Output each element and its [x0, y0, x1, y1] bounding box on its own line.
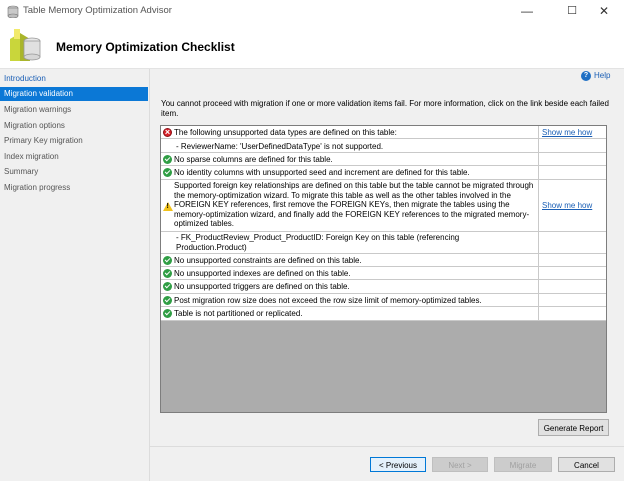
window-title: Table Memory Optimization Advisor: [23, 5, 172, 16]
link-cell: Show me how: [539, 180, 606, 231]
message-cell: Supported foreign key relationships are …: [161, 180, 539, 231]
migrate-button[interactable]: Migrate: [494, 457, 552, 472]
table-row: - FK_ProductReview_Product_ProductID: Fo…: [161, 232, 606, 254]
table-row: No sparse columns are defined for this t…: [161, 153, 606, 166]
error-icon: [163, 126, 172, 138]
sidebar-item-migration-progress[interactable]: Migration progress: [0, 181, 147, 195]
show-me-how-link[interactable]: Show me how: [542, 201, 592, 210]
success-icon: [163, 155, 172, 164]
table-row: Supported foreign key relationships are …: [161, 180, 606, 232]
validation-message: The following unsupported data types are…: [174, 128, 397, 137]
sidebar: Introduction Migration validation Migrat…: [0, 69, 150, 481]
validation-message: Post migration row size does not exceed …: [174, 296, 482, 305]
app-icon: [7, 5, 19, 18]
window-titlebar: Table Memory Optimization Advisor — ☐ ✕: [0, 0, 624, 24]
link-cell: [539, 153, 606, 165]
page-header: Memory Optimization Checklist: [0, 23, 624, 69]
message-cell: No identity columns with unsupported see…: [161, 166, 539, 179]
validation-message: Table is not partitioned or replicated.: [174, 309, 303, 318]
validation-message: No unsupported constraints are defined o…: [174, 256, 362, 265]
sidebar-item-migration-options[interactable]: Migration options: [0, 119, 147, 133]
link-cell: [539, 307, 606, 320]
validation-grid: The following unsupported data types are…: [160, 125, 607, 413]
link-cell: [539, 254, 606, 266]
footer-divider: [150, 446, 624, 447]
generate-report-button[interactable]: Generate Report: [538, 419, 609, 436]
close-button[interactable]: ✕: [584, 0, 624, 23]
next-button[interactable]: Next >: [432, 457, 488, 472]
link-cell: Show me how: [539, 126, 606, 138]
table-row: No unsupported constraints are defined o…: [161, 254, 606, 267]
validation-detail: - ReviewerName: 'UserDefinedDataType' is…: [176, 142, 384, 151]
link-cell: [539, 232, 606, 253]
validation-message: No identity columns with unsupported see…: [174, 168, 470, 177]
message-cell: No unsupported triggers are defined on t…: [161, 280, 539, 293]
message-cell: No unsupported constraints are defined o…: [161, 254, 539, 266]
show-me-how-link[interactable]: Show me how: [542, 128, 592, 137]
sidebar-item-migration-validation[interactable]: Migration validation: [0, 87, 148, 101]
message-cell: No unsupported indexes are defined on th…: [161, 267, 539, 279]
minimize-button[interactable]: —: [507, 0, 547, 23]
link-cell: [539, 294, 606, 306]
success-icon: [163, 282, 172, 291]
sidebar-item-primary-key-migration[interactable]: Primary Key migration: [0, 134, 147, 148]
help-link[interactable]: Help: [594, 71, 610, 80]
success-icon: [163, 168, 172, 177]
table-row: - ReviewerName: 'UserDefinedDataType' is…: [161, 139, 606, 153]
sidebar-item-summary[interactable]: Summary: [0, 165, 147, 179]
validation-detail: - FK_ProductReview_Product_ProductID: Fo…: [176, 233, 460, 252]
table-row: No unsupported triggers are defined on t…: [161, 280, 606, 294]
sidebar-item-index-migration[interactable]: Index migration: [0, 150, 147, 164]
intro-text: You cannot proceed with migration if one…: [161, 99, 609, 118]
link-cell: [539, 280, 606, 293]
table-row: No identity columns with unsupported see…: [161, 166, 606, 180]
warning-icon: [163, 202, 173, 211]
message-cell: The following unsupported data types are…: [161, 126, 539, 138]
validation-message: No sparse columns are defined for this t…: [174, 155, 333, 164]
help-icon[interactable]: ?: [581, 71, 591, 81]
success-icon: [163, 309, 172, 318]
link-cell: [539, 139, 606, 152]
table-row: The following unsupported data types are…: [161, 126, 606, 139]
message-cell: - FK_ProductReview_Product_ProductID: Fo…: [161, 232, 539, 253]
success-icon: [163, 256, 172, 265]
validation-message: No unsupported triggers are defined on t…: [174, 282, 350, 291]
cancel-button[interactable]: Cancel: [558, 457, 615, 472]
sidebar-item-migration-warnings[interactable]: Migration warnings: [0, 103, 147, 117]
page-title: Memory Optimization Checklist: [56, 40, 235, 54]
table-row: Post migration row size does not exceed …: [161, 294, 606, 307]
validation-message: No unsupported indexes are defined on th…: [174, 269, 351, 278]
success-icon: [163, 296, 172, 305]
message-cell: - ReviewerName: 'UserDefinedDataType' is…: [161, 139, 539, 152]
message-cell: Table is not partitioned or replicated.: [161, 307, 539, 320]
message-cell: Post migration row size does not exceed …: [161, 294, 539, 306]
success-icon: [163, 269, 172, 278]
memory-optimization-icon: [10, 29, 41, 61]
link-cell: [539, 267, 606, 279]
validation-message: Supported foreign key relationships are …: [174, 181, 534, 228]
table-row: No unsupported indexes are defined on th…: [161, 267, 606, 280]
table-row: Table is not partitioned or replicated.: [161, 307, 606, 321]
link-cell: [539, 166, 606, 179]
previous-button[interactable]: < Previous: [370, 457, 426, 472]
sidebar-item-introduction[interactable]: Introduction: [0, 72, 147, 86]
message-cell: No sparse columns are defined for this t…: [161, 153, 539, 165]
